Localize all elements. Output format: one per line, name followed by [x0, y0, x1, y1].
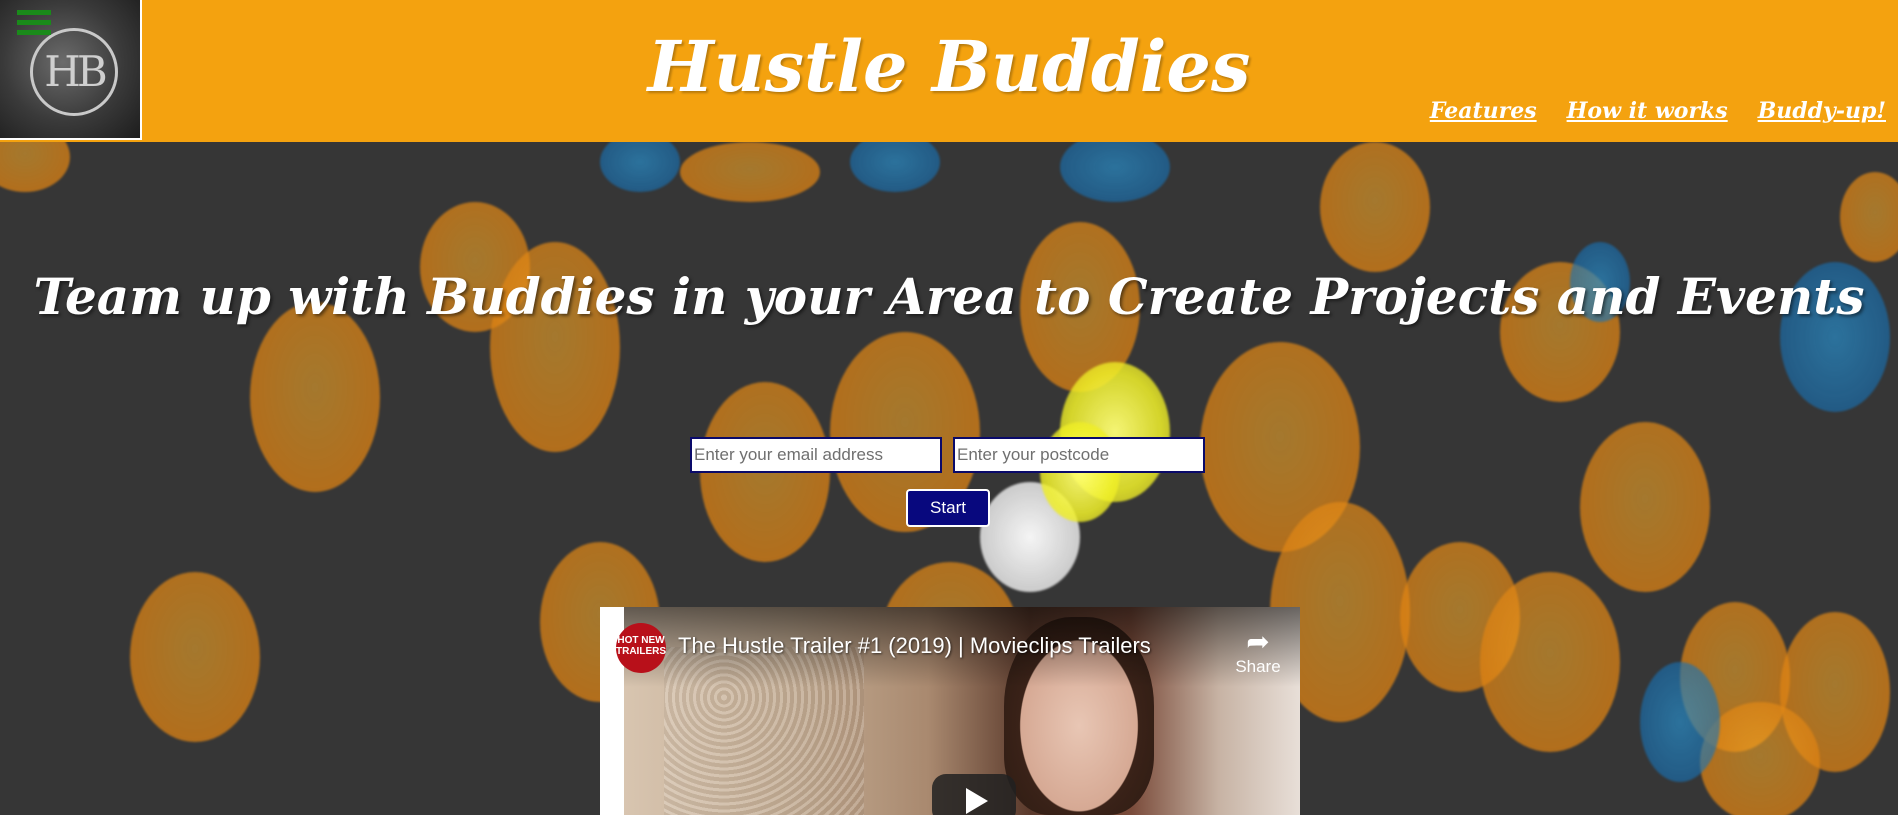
- page: HB Hustle Buddies Features How it works …: [0, 0, 1898, 815]
- hero-heading: Team up with Buddies in your Area to Cre…: [33, 267, 1865, 326]
- site-header: HB Hustle Buddies Features How it works …: [0, 0, 1898, 142]
- play-icon[interactable]: [932, 774, 1016, 815]
- email-field[interactable]: [690, 437, 942, 473]
- nav-link-buddy-up[interactable]: Buddy-up!: [1758, 98, 1886, 124]
- main-nav: Features How it works Buddy-up!: [1430, 98, 1886, 124]
- share-arrow-icon: ➦: [1246, 626, 1270, 657]
- nav-link-features[interactable]: Features: [1430, 98, 1537, 124]
- channel-avatar[interactable]: HOT NEW TRAILERS: [616, 623, 666, 673]
- share-button[interactable]: ➦ Share: [1228, 627, 1288, 677]
- video-title[interactable]: The Hustle Trailer #1 (2019) | Movieclip…: [678, 633, 1151, 659]
- share-label: Share: [1235, 657, 1281, 676]
- postcode-field[interactable]: [953, 437, 1205, 473]
- video-embed[interactable]: HOT NEW TRAILERS The Hustle Trailer #1 (…: [600, 607, 1300, 815]
- start-button[interactable]: Start: [906, 489, 990, 527]
- nav-link-how-it-works[interactable]: How it works: [1567, 98, 1728, 124]
